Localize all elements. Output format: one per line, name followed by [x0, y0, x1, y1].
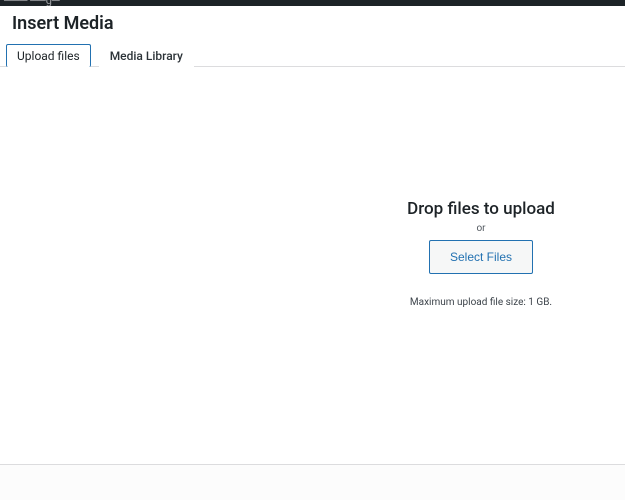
- modal-footer: [0, 464, 625, 500]
- select-files-button[interactable]: Select Files: [429, 240, 533, 274]
- modal-title: Insert Media: [12, 12, 613, 35]
- upload-drop-zone[interactable]: Drop files to upload or Select Files Max…: [0, 61, 625, 464]
- drop-heading: Drop files to upload: [356, 199, 606, 219]
- modal-header: Insert Media: [0, 6, 625, 43]
- upload-prompt: Drop files to upload or Select Files Max…: [356, 199, 606, 318]
- or-text: or: [356, 223, 606, 234]
- max-upload-size-text: Maximum upload file size: 1 GB.: [356, 297, 606, 308]
- insert-media-modal: Insert Media Upload files Media Library …: [0, 6, 625, 500]
